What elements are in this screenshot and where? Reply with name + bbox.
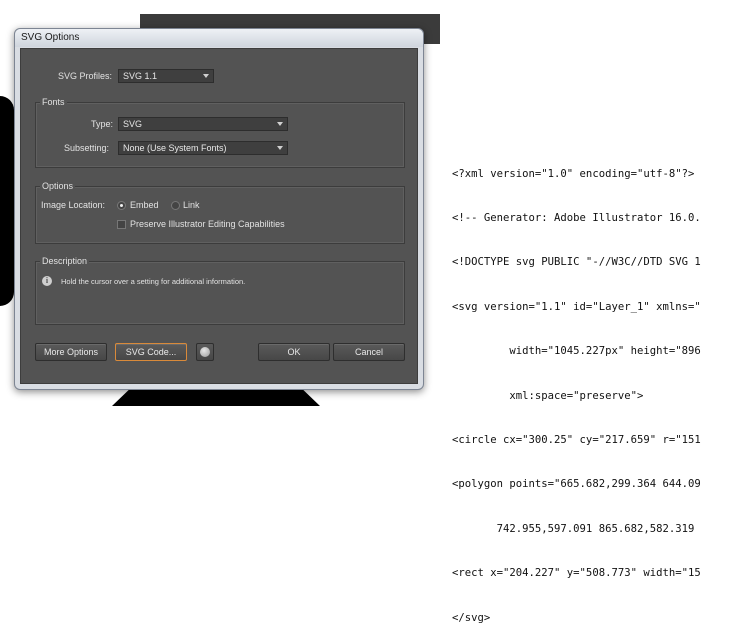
chevron-down-icon (203, 74, 209, 78)
svg-code-button[interactable]: SVG Code... (115, 343, 187, 361)
dialog-titlebar[interactable]: SVG Options (15, 29, 423, 47)
description-group-title: Description (40, 256, 90, 266)
code-line: <polygon points="665.682,299.364 644.09 (452, 478, 701, 491)
code-line: 742.955,597.091 865.682,582.319 (452, 522, 695, 535)
globe-icon (200, 347, 210, 357)
chevron-down-icon (277, 146, 283, 150)
svg-profiles-select[interactable]: SVG 1.1 (118, 69, 214, 83)
svg-code-text: <?xml version="1.0" encoding="utf-8"?> <… (452, 137, 730, 640)
svg-options-dialog: SVG Options SVG Profiles: SVG 1.1 Fonts … (14, 28, 424, 390)
code-line: </svg> (452, 611, 491, 624)
link-label: Link (183, 200, 200, 210)
dialog-title: SVG Options (21, 32, 80, 43)
font-type-label: Type: (91, 119, 114, 129)
svg-profiles-value: SVG 1.1 (123, 71, 158, 81)
ok-button[interactable]: OK (258, 343, 330, 361)
dialog-content: SVG Profiles: SVG 1.1 Fonts Type: SVG Su… (20, 48, 418, 384)
code-line: xml:space="preserve"> (452, 389, 644, 402)
cancel-button[interactable]: Cancel (333, 343, 405, 361)
description-group (35, 261, 405, 325)
code-line: <!-- Generator: Adobe Illustrator 16.0. (452, 211, 701, 224)
subsetting-label: Subsetting: (64, 143, 110, 153)
preserve-editing-label: Preserve Illustrator Editing Capabilitie… (130, 219, 285, 229)
subsetting-select[interactable]: None (Use System Fonts) (118, 141, 288, 155)
code-line: <!DOCTYPE svg PUBLIC "-//W3C//DTD SVG 1 (452, 256, 701, 269)
code-line: width="1045.227px" height="896 (452, 345, 701, 358)
fonts-group (35, 102, 405, 168)
code-line: <circle cx="300.25" cy="217.659" r="151 (452, 433, 701, 446)
more-options-button[interactable]: More Options (35, 343, 107, 361)
svg-profiles-label: SVG Profiles: (58, 71, 113, 81)
subsetting-value: None (Use System Fonts) (123, 143, 227, 153)
background-artwork-left (0, 96, 14, 306)
embed-label: Embed (130, 200, 159, 210)
options-group (35, 186, 405, 244)
fonts-group-title: Fonts (40, 97, 67, 107)
web-preview-button[interactable] (196, 343, 214, 361)
info-icon: i (42, 276, 52, 286)
description-text: Hold the cursor over a setting for addit… (61, 277, 246, 286)
image-location-label: Image Location: (41, 200, 106, 210)
chevron-down-icon (277, 122, 283, 126)
link-radio[interactable] (171, 201, 180, 210)
font-type-select[interactable]: SVG (118, 117, 288, 131)
preserve-editing-checkbox[interactable] (117, 220, 126, 229)
code-line: <rect x="204.227" y="508.773" width="15 (452, 567, 701, 580)
embed-radio[interactable] (117, 201, 126, 210)
code-line: <svg version="1.1" id="Layer_1" xmlns=" (452, 300, 701, 313)
code-line: <?xml version="1.0" encoding="utf-8"?> (452, 167, 695, 180)
options-group-title: Options (40, 181, 76, 191)
font-type-value: SVG (123, 119, 143, 129)
